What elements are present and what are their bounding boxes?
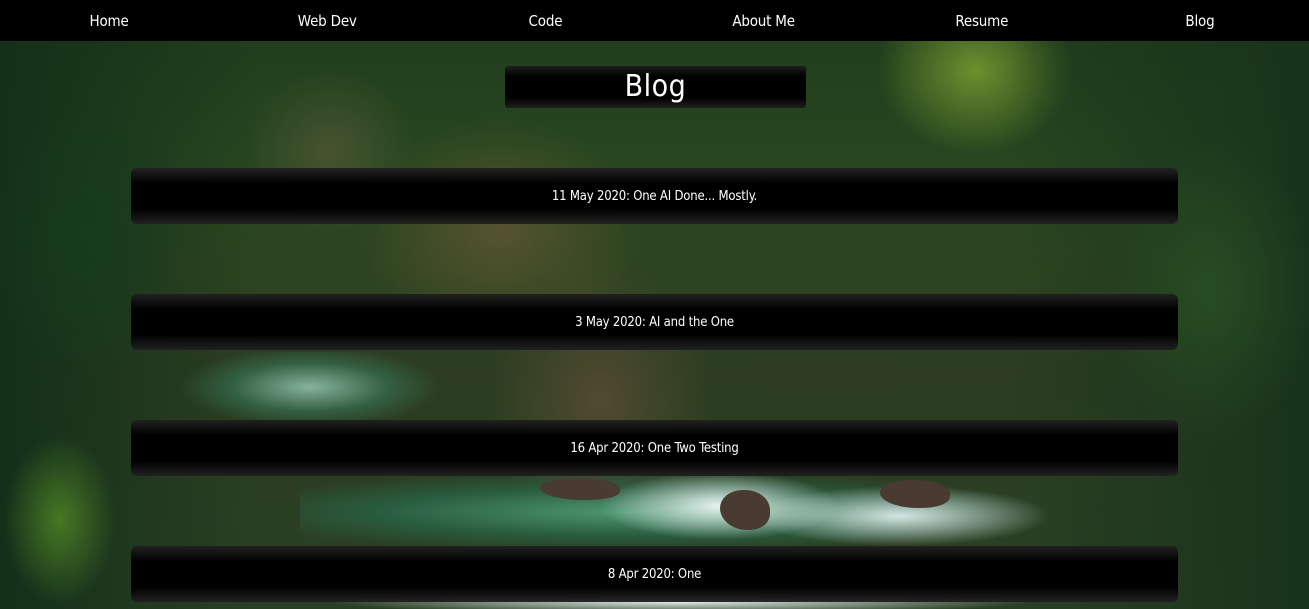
background-river-upper (170, 352, 450, 422)
blog-entry-link[interactable]: 16 Apr 2020: One Two Testing (131, 420, 1178, 476)
blog-entry-title: 11 May 2020: One AI Done... Mostly. (551, 188, 758, 204)
blog-page: Home Web Dev Code About Me Resume Blog B… (0, 0, 1309, 609)
blog-entry-title: 3 May 2020: AI and the One (575, 314, 734, 330)
nav-link-home[interactable]: Home (0, 0, 218, 41)
blog-entry-link[interactable]: 8 Apr 2020: One (131, 546, 1178, 602)
blog-entry-link[interactable]: 3 May 2020: AI and the One (131, 294, 1178, 350)
nav-link-blog[interactable]: Blog (1091, 0, 1309, 41)
top-navigation-bar: Home Web Dev Code About Me Resume Blog (0, 0, 1309, 41)
nav-link-about-me[interactable]: About Me (655, 0, 873, 41)
nav-link-web-dev[interactable]: Web Dev (218, 0, 436, 41)
nav-link-code[interactable]: Code (436, 0, 654, 41)
page-title-panel: Blog (505, 66, 806, 108)
blog-entry-title: 16 Apr 2020: One Two Testing (570, 440, 739, 456)
nav-link-resume[interactable]: Resume (873, 0, 1091, 41)
page-title: Blog (624, 69, 687, 104)
blog-entry-link[interactable]: 11 May 2020: One AI Done... Mostly. (131, 168, 1178, 224)
blog-entry-title: 8 Apr 2020: One (607, 566, 702, 582)
